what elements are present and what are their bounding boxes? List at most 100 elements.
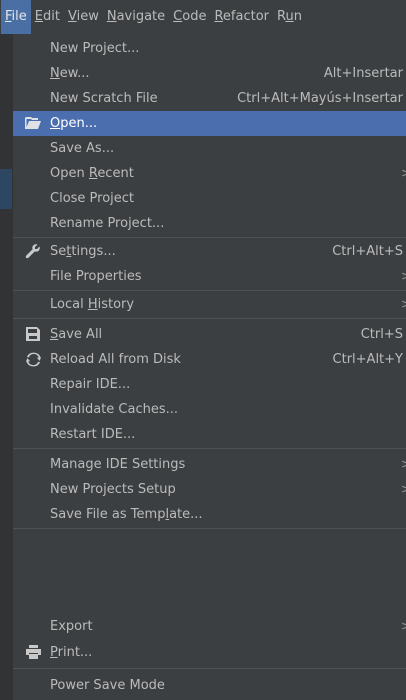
shortcut-label: Ctrl+Alt+S bbox=[332, 244, 403, 259]
shortcut-label: Ctrl+S bbox=[360, 327, 403, 342]
menu-item-label: File Properties bbox=[50, 269, 142, 284]
menu-refactor-rest: efactor bbox=[222, 9, 269, 24]
menu-item-label: Settings... bbox=[50, 244, 116, 259]
menu-navigate-mnemonic: N bbox=[106, 9, 117, 24]
menu-item-open-recent[interactable]: Open Recent > bbox=[13, 161, 406, 186]
menu-code[interactable]: Code bbox=[169, 0, 210, 34]
background-editor-edge bbox=[0, 34, 12, 169]
menu-item-label: Reload All from Disk bbox=[50, 352, 181, 367]
menu-item-new[interactable]: New... Alt+Insertar bbox=[13, 61, 406, 86]
label-rest: pen... bbox=[60, 116, 98, 131]
menu-item-restart-ide[interactable]: Restart IDE... bbox=[13, 422, 406, 447]
mnemonic: N bbox=[50, 66, 60, 81]
menu-item-local-history[interactable]: Local History > bbox=[13, 292, 406, 317]
menu-separator bbox=[13, 448, 406, 449]
menu-separator bbox=[13, 290, 406, 291]
menu-item-label: New Scratch File bbox=[50, 91, 158, 106]
menu-run-rest: n bbox=[293, 9, 302, 24]
menu-view-mnemonic: V bbox=[67, 9, 77, 24]
label-pre: Se bbox=[50, 244, 67, 259]
menu-item-file-properties[interactable]: File Properties > bbox=[13, 264, 406, 289]
folder-open-icon bbox=[25, 115, 41, 131]
menu-item-save-file-as-template[interactable]: Save File as Template... bbox=[13, 502, 406, 527]
menu-edit-mnemonic: E bbox=[34, 9, 43, 24]
label-rest: istory bbox=[97, 297, 135, 312]
menu-item-label: Export bbox=[50, 619, 93, 634]
label-rest: ecent bbox=[97, 166, 134, 181]
menu-item-reload-all-from-disk[interactable]: Reload All from Disk Ctrl+Alt+Y bbox=[13, 347, 406, 372]
label-rest: ew... bbox=[59, 66, 90, 81]
menu-item-label: Open Recent bbox=[50, 166, 134, 181]
menu-item-label: New Projects Setup bbox=[50, 482, 176, 497]
menu-item-new-project[interactable]: New Project... bbox=[13, 36, 406, 61]
submenu-arrow-icon: > bbox=[401, 264, 406, 289]
shortcut-label: Alt+Insertar bbox=[323, 66, 403, 81]
menu-item-close-project[interactable]: Close Project bbox=[13, 186, 406, 211]
menu-item-repair-ide[interactable]: Repair IDE... bbox=[13, 372, 406, 397]
menu-separator bbox=[13, 668, 406, 669]
menu-item-new-scratch-file[interactable]: New Scratch File Ctrl+Alt+Mayús+Insertar bbox=[13, 86, 406, 111]
menu-item-label: New... bbox=[50, 66, 90, 81]
save-disk-icon bbox=[25, 326, 41, 342]
menu-navigate[interactable]: Navigate bbox=[103, 0, 169, 34]
label-pre: Local bbox=[50, 297, 88, 312]
submenu-arrow-icon: > bbox=[401, 292, 406, 317]
ide-window: File Edit View Navigate Code Refactor Ru… bbox=[0, 0, 406, 700]
menu-item-label: Rename Project... bbox=[50, 216, 165, 231]
menu-item-manage-ide-settings[interactable]: Manage IDE Settings > bbox=[13, 452, 406, 477]
menu-item-rename-project[interactable]: Rename Project... bbox=[13, 211, 406, 236]
main-menu-bar: File Edit View Navigate Code Refactor Ru… bbox=[0, 0, 406, 34]
menu-item-label: Manage IDE Settings bbox=[50, 457, 186, 472]
menu-item-save-as[interactable]: Save As... bbox=[13, 136, 406, 161]
label-pre: Open bbox=[50, 166, 89, 181]
background-selected-edge bbox=[0, 169, 12, 209]
menu-item-save-all[interactable]: Save All Ctrl+S bbox=[13, 322, 406, 347]
menu-refactor-mnemonic: R bbox=[214, 9, 223, 24]
menu-item-open[interactable]: Open... bbox=[13, 111, 406, 136]
shortcut-label: Ctrl+Alt+Y bbox=[332, 352, 403, 367]
menu-item-power-save-mode[interactable]: Power Save Mode bbox=[13, 673, 406, 698]
label-pre: Save File as Temp bbox=[50, 507, 166, 522]
menu-item-label: Save As... bbox=[50, 141, 115, 156]
file-menu-dropdown: New Project... New... Alt+Insertar New S… bbox=[12, 34, 406, 700]
label-rest: ave All bbox=[58, 327, 103, 342]
menu-item-label: Print... bbox=[50, 645, 92, 660]
menu-refactor[interactable]: Refactor bbox=[210, 0, 273, 34]
menu-separator bbox=[13, 318, 406, 319]
menu-item-label: Local History bbox=[50, 297, 134, 312]
mnemonic: P bbox=[50, 645, 58, 660]
submenu-arrow-icon: > bbox=[401, 452, 406, 477]
label-rest: tings... bbox=[71, 244, 116, 259]
reload-icon bbox=[25, 351, 41, 367]
menu-item-settings[interactable]: Settings... Ctrl+Alt+S bbox=[13, 239, 406, 264]
printer-icon bbox=[25, 644, 41, 660]
menu-item-print[interactable]: Print... bbox=[13, 640, 406, 665]
mnemonic: H bbox=[87, 297, 98, 312]
menu-item-label: Repair IDE... bbox=[50, 377, 131, 392]
shortcut-label: Ctrl+Alt+Mayús+Insertar bbox=[237, 91, 403, 106]
menu-item-label: Save All bbox=[50, 327, 102, 342]
menu-run-mnemonic: u bbox=[285, 9, 294, 24]
menu-view[interactable]: View bbox=[64, 0, 103, 34]
menu-file-rest: ile bbox=[11, 9, 27, 24]
menu-code-mnemonic: C bbox=[173, 9, 183, 24]
menu-item-label: Open... bbox=[50, 116, 97, 131]
menu-item-label: Power Save Mode bbox=[50, 678, 165, 693]
menu-item-label: Restart IDE... bbox=[50, 427, 136, 442]
menu-item-new-projects-setup[interactable]: New Projects Setup > bbox=[13, 477, 406, 502]
menu-file[interactable]: File bbox=[1, 0, 31, 34]
background-editor-edge-lower bbox=[0, 209, 12, 700]
menu-code-rest: ode bbox=[182, 9, 207, 24]
wrench-icon bbox=[25, 243, 41, 259]
submenu-arrow-icon: > bbox=[401, 614, 406, 639]
menu-item-label: Invalidate Caches... bbox=[50, 402, 179, 417]
menu-item-label: Save File as Template... bbox=[50, 507, 203, 522]
menu-item-export[interactable]: Export > bbox=[13, 614, 406, 639]
label-rest: rint... bbox=[57, 645, 93, 660]
menu-run[interactable]: Run bbox=[273, 0, 306, 34]
menu-edit[interactable]: Edit bbox=[31, 0, 64, 34]
menu-item-invalidate-caches[interactable]: Invalidate Caches... bbox=[13, 397, 406, 422]
menu-separator bbox=[13, 528, 406, 529]
submenu-arrow-icon: > bbox=[401, 161, 406, 186]
menu-item-label: Close Project bbox=[50, 191, 135, 206]
